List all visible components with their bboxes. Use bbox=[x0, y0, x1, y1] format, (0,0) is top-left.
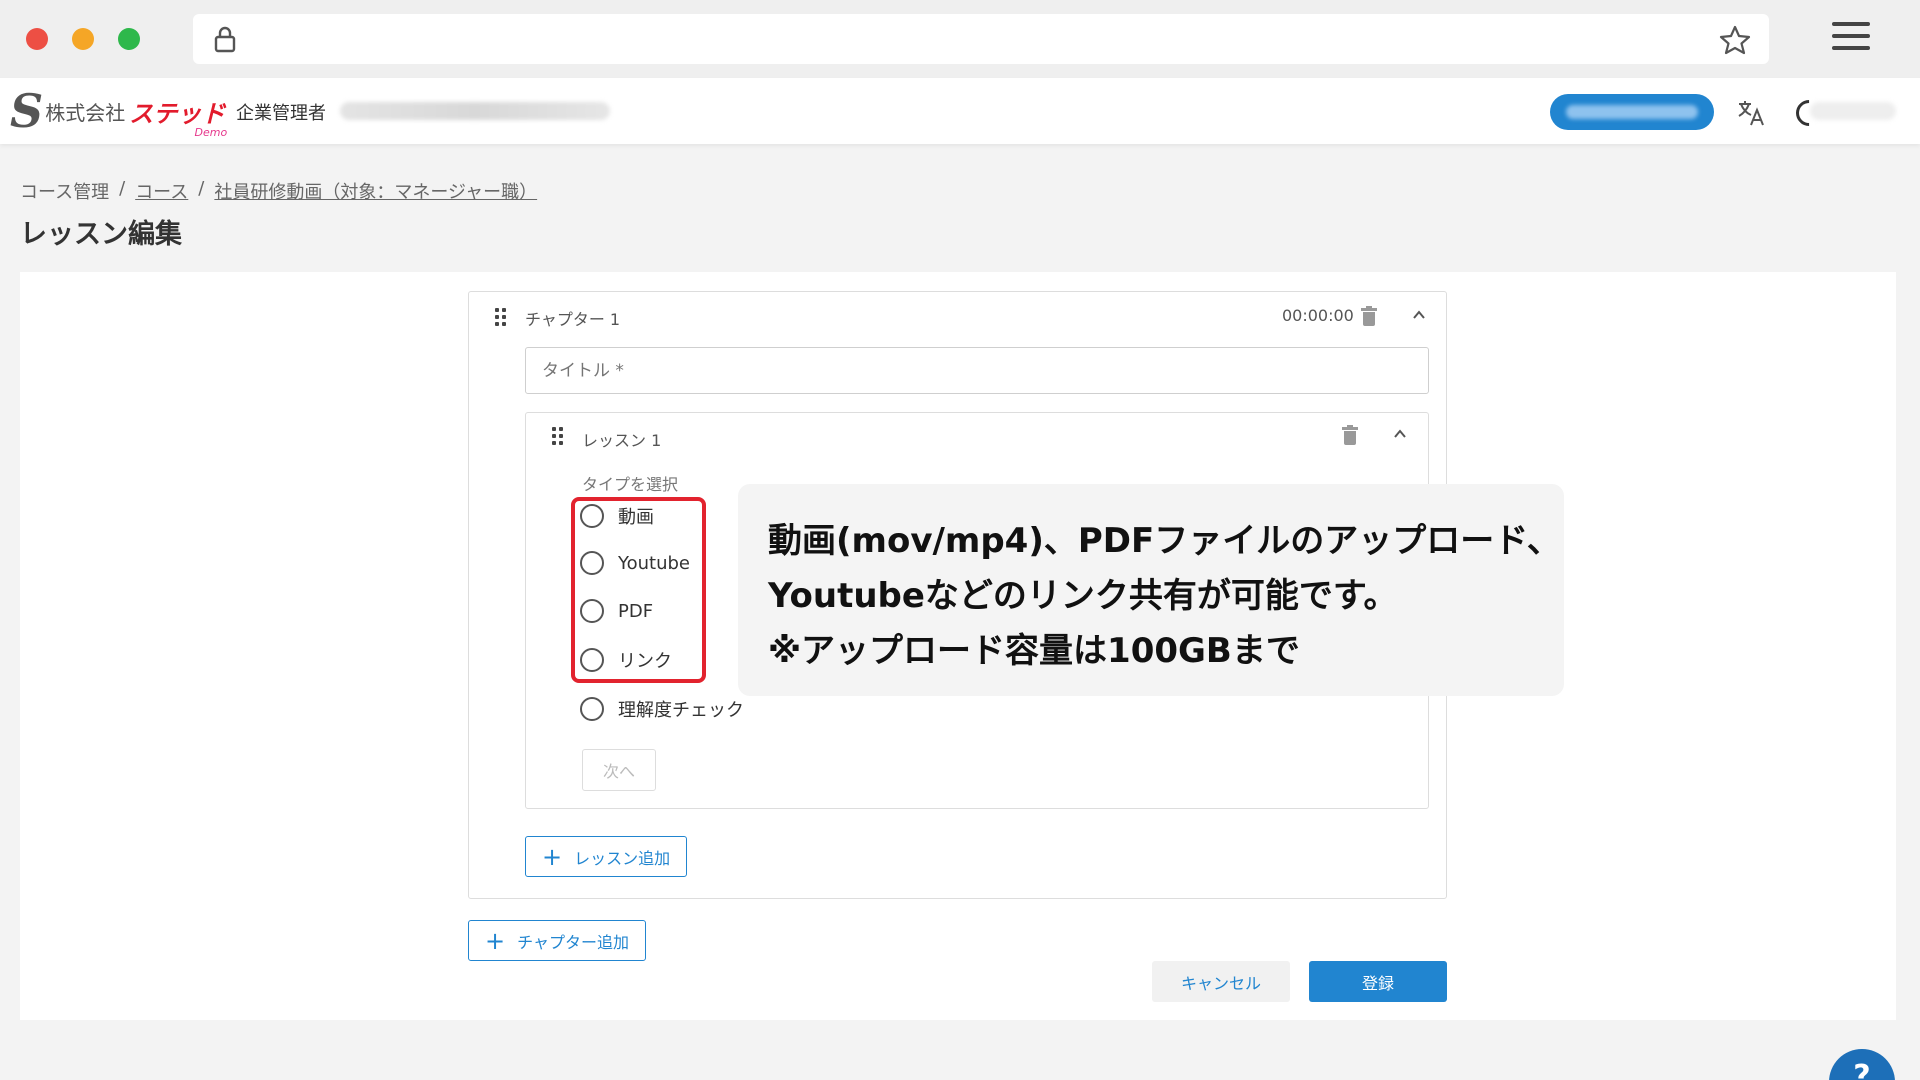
user-name-redacted bbox=[1810, 102, 1896, 120]
translate-icon[interactable] bbox=[1736, 98, 1766, 128]
type-option-label: 理解度チェック bbox=[618, 700, 744, 721]
highlight-annotation bbox=[571, 497, 706, 683]
window-minimize-button[interactable] bbox=[72, 28, 94, 50]
chapter-title-input[interactable] bbox=[525, 347, 1429, 394]
star-icon[interactable] bbox=[1719, 24, 1751, 56]
type-option-quiz[interactable]: 理解度チェック bbox=[580, 696, 744, 722]
browser-chrome bbox=[0, 0, 1920, 78]
breadcrumb-separator: / bbox=[119, 178, 126, 199]
chevron-up-icon[interactable] bbox=[1393, 427, 1407, 441]
plus-icon: + bbox=[542, 842, 563, 871]
logo-brand: ステッド Demo bbox=[129, 94, 227, 139]
breadcrumb-course[interactable]: コース bbox=[135, 178, 188, 204]
plus-icon: + bbox=[485, 926, 506, 955]
chapter-label: チャプター 1 bbox=[525, 310, 621, 329]
help-button[interactable]: ? bbox=[1829, 1049, 1895, 1080]
breadcrumb-course-management[interactable]: コース管理 bbox=[20, 178, 109, 204]
breadcrumb: コース管理 / コース / 社員研修動画（対象：マネージャー職） bbox=[20, 178, 537, 204]
user-role: 企業管理者 bbox=[236, 103, 326, 124]
help-icon: ? bbox=[1853, 1059, 1871, 1080]
add-chapter-label: チャプター追加 bbox=[517, 932, 629, 952]
page-title: レッスン編集 bbox=[20, 219, 182, 250]
logo-mark: S bbox=[10, 84, 44, 138]
company-logo[interactable]: S 株式会社 ステッド Demo bbox=[10, 84, 227, 139]
add-lesson-label: レッスン追加 bbox=[574, 848, 671, 868]
next-button[interactable]: 次へ bbox=[582, 749, 656, 791]
chapter-duration: 00:00:00 bbox=[1282, 306, 1354, 325]
callout-line: ※アップロード容量は100GBまで bbox=[768, 631, 1300, 671]
drag-handle-icon[interactable] bbox=[495, 308, 507, 328]
type-select-label: タイプを選択 bbox=[582, 475, 679, 494]
callout-line: Youtubeなどのリンク共有が可能です。 bbox=[768, 576, 1398, 616]
breadcrumb-course-detail[interactable]: 社員研修動画（対象：マネージャー職） bbox=[214, 178, 537, 204]
drag-handle-icon[interactable] bbox=[552, 427, 564, 447]
address-bar[interactable] bbox=[193, 14, 1769, 64]
trash-icon[interactable] bbox=[1361, 306, 1377, 326]
lesson-label: レッスン 1 bbox=[582, 431, 662, 450]
logo-demo-badge: Demo bbox=[194, 125, 228, 139]
cancel-button[interactable]: キャンセル bbox=[1152, 961, 1290, 1002]
trash-icon[interactable] bbox=[1342, 425, 1358, 445]
submit-button[interactable]: 登録 bbox=[1309, 961, 1447, 1002]
chevron-up-icon[interactable] bbox=[1412, 308, 1426, 322]
callout-line: 動画(mov/mp4)、PDFファイルのアップロード、 bbox=[768, 521, 1561, 561]
window-maximize-button[interactable] bbox=[118, 28, 140, 50]
lock-icon bbox=[214, 26, 236, 53]
app-header: S 株式会社 ステッド Demo 企業管理者 bbox=[0, 78, 1920, 144]
logo-brand-text: ステッド bbox=[129, 99, 226, 128]
account-switch-button[interactable] bbox=[1550, 94, 1714, 130]
logo-company-prefix: 株式会社 bbox=[45, 100, 126, 125]
feature-callout: 動画(mov/mp4)、PDFファイルのアップロード、 Youtubeなどのリン… bbox=[738, 484, 1564, 696]
company-name-redacted bbox=[340, 102, 610, 120]
radio-button[interactable] bbox=[580, 697, 604, 721]
breadcrumb-separator: / bbox=[198, 178, 205, 199]
add-lesson-button[interactable]: + レッスン追加 bbox=[525, 836, 688, 877]
add-chapter-button[interactable]: + チャプター追加 bbox=[468, 920, 646, 961]
window-close-button[interactable] bbox=[26, 28, 48, 50]
hamburger-menu-icon[interactable] bbox=[1832, 22, 1870, 54]
